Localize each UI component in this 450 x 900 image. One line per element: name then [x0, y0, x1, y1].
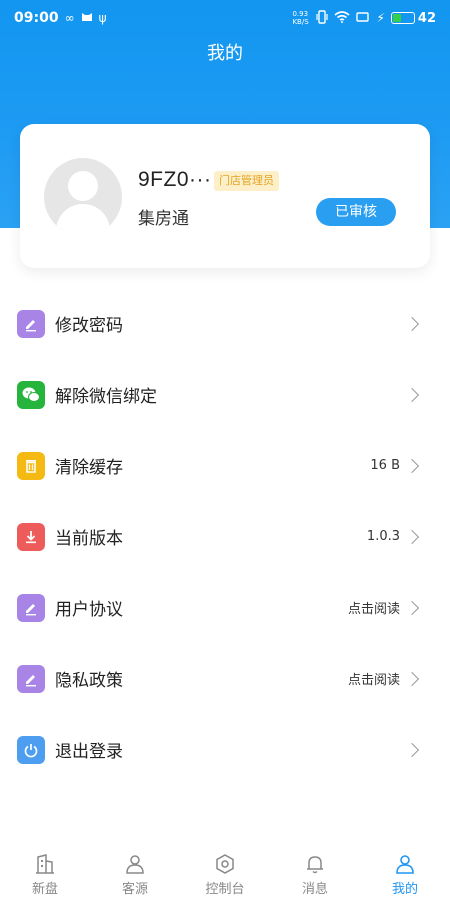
- nav-mine[interactable]: 我的: [360, 846, 450, 897]
- trash-icon: [17, 451, 45, 480]
- battery: 42: [390, 10, 436, 26]
- menu-item-clear-cache[interactable]: 清除缓存 16 B: [0, 430, 450, 501]
- menu-item-change-password[interactable]: 修改密码: [0, 288, 450, 359]
- version-number: 1.0.3: [366, 529, 400, 544]
- chevron-right-icon: [404, 387, 420, 402]
- cache-size: 16 B: [370, 458, 400, 473]
- nav-label: 新盘: [31, 882, 58, 897]
- audit-status-badge: 已审核: [316, 198, 396, 226]
- nav-messages[interactable]: 消息: [270, 846, 360, 897]
- avatar-body-shape: [56, 204, 110, 236]
- menu-label: 修改密码: [55, 316, 123, 336]
- user-name: 9FZ0···: [138, 168, 212, 191]
- net-speed: 0.93 KB/S: [292, 10, 309, 26]
- chevron-right-icon: [404, 458, 420, 473]
- battery-level: 42: [417, 10, 436, 26]
- infinity-icon: ∞: [64, 11, 75, 25]
- cat-icon: [81, 11, 93, 26]
- menu-label: 清除缓存: [55, 458, 123, 478]
- bell-icon: [304, 852, 326, 876]
- chevron-right-icon: [404, 316, 420, 331]
- menu-label: 用户协议: [55, 600, 123, 620]
- edit-icon: [17, 593, 45, 622]
- read-link: 点击阅读: [347, 602, 400, 617]
- wifi-icon: [334, 10, 350, 26]
- menu-label: 解除微信绑定: [55, 387, 157, 407]
- charging-icon: ⚡: [376, 11, 385, 25]
- user-icon: [394, 852, 416, 876]
- nav-label: 消息: [301, 882, 328, 897]
- menu-item-user-agreement[interactable]: 用户协议 点击阅读: [0, 572, 450, 643]
- company-name: 集房通: [138, 209, 189, 229]
- screen-icon: [356, 11, 370, 26]
- menu-label: 退出登录: [55, 742, 123, 762]
- bottom-navigation: 新盘 客源 控制台 消息 我的: [0, 846, 450, 900]
- wechat-icon: [17, 380, 45, 409]
- avatar-head-shape: [68, 171, 98, 201]
- usb-icon: ψ: [98, 11, 107, 25]
- avatar[interactable]: [44, 158, 122, 236]
- menu-item-current-version[interactable]: 当前版本 1.0.3: [0, 501, 450, 572]
- profile-card[interactable]: 9FZ0··· 门店管理员 集房通 已审核: [20, 124, 430, 268]
- nav-new-homes[interactable]: 新盘: [0, 846, 90, 897]
- vibrate-icon: [316, 9, 329, 27]
- status-bar: 09:00 ∞ ψ 0.93 KB/S ⚡ 42: [0, 0, 450, 36]
- menu-label: 当前版本: [55, 529, 123, 549]
- edit-icon: [17, 664, 45, 693]
- nav-customers[interactable]: 客源: [90, 846, 180, 897]
- building-icon: [34, 852, 56, 876]
- edit-icon: [17, 309, 45, 338]
- power-icon: [17, 735, 45, 764]
- chevron-right-icon: [404, 529, 420, 544]
- download-icon: [17, 522, 45, 551]
- settings-menu: 修改密码 解除微信绑定 清除缓存 16 B 当前版本 1.0.3 用户协议 点击…: [0, 288, 450, 785]
- page-title: 我的: [207, 43, 243, 64]
- nav-label: 我的: [391, 882, 418, 897]
- menu-item-logout[interactable]: 退出登录: [0, 714, 450, 785]
- nav-label: 客源: [121, 882, 148, 897]
- menu-item-privacy-policy[interactable]: 隐私政策 点击阅读: [0, 643, 450, 714]
- chevron-right-icon: [404, 600, 420, 615]
- customer-icon: [124, 852, 146, 876]
- chevron-right-icon: [404, 671, 420, 686]
- nav-console[interactable]: 控制台: [180, 846, 270, 897]
- chevron-right-icon: [404, 742, 420, 757]
- role-badge: 门店管理员: [214, 171, 279, 191]
- menu-label: 隐私政策: [55, 671, 123, 691]
- menu-item-unbind-wechat[interactable]: 解除微信绑定: [0, 359, 450, 430]
- console-icon: [214, 852, 236, 876]
- status-time: 09:00: [14, 10, 59, 26]
- nav-label: 控制台: [205, 882, 245, 897]
- read-link: 点击阅读: [347, 673, 400, 688]
